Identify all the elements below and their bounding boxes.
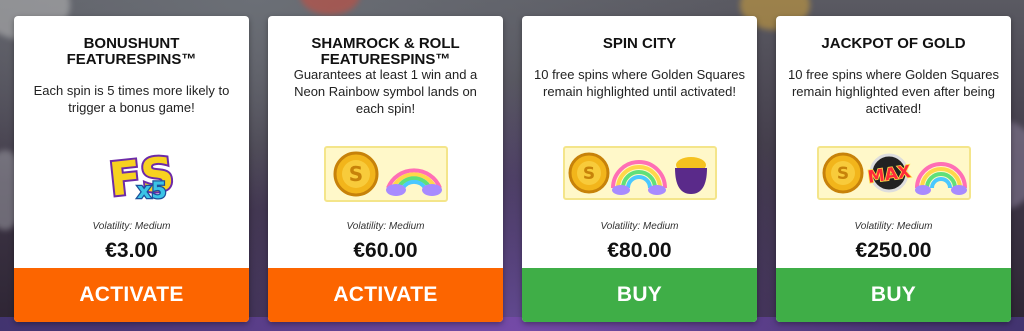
offer-title: JACKPOT OF GOLD xyxy=(821,35,966,52)
offer-volatility: Volatility: Medium xyxy=(92,221,171,232)
offer-card-spin-city: SPIN CITY 10 free spins where Golden Squ… xyxy=(522,16,757,322)
offer-price: €250.00 xyxy=(855,239,932,262)
offer-description: 10 free spins where Golden Squares remai… xyxy=(534,67,746,99)
activate-button[interactable]: ACTIVATE xyxy=(14,268,249,322)
offer-card-bonushunt: BONUSHUNT FEATURESPINS™ Each spin is 5 t… xyxy=(14,16,249,322)
offer-volatility: Volatility: Medium xyxy=(600,221,679,232)
coin-rainbow-symbols-icon: S xyxy=(268,146,503,202)
offer-description: Each spin is 5 times more likely to trig… xyxy=(33,83,230,115)
offer-price: €80.00 xyxy=(607,239,672,262)
offer-volatility: Volatility: Medium xyxy=(854,221,933,232)
activate-button[interactable]: ACTIVATE xyxy=(268,268,503,322)
offer-title: SPIN CITY xyxy=(602,35,677,52)
offer-description: Guarantees at least 1 win and a Neon Rai… xyxy=(293,67,478,116)
buy-button[interactable]: BUY xyxy=(776,268,1011,322)
offer-price: €3.00 xyxy=(105,239,158,262)
offer-title: BONUSHUNT FEATURESPINS™ xyxy=(66,35,197,68)
svg-text:S: S xyxy=(836,164,848,184)
offer-price: €60.00 xyxy=(353,239,418,262)
offer-description: 10 free spins where Golden Squares remai… xyxy=(788,67,1000,116)
coin-rainbow-pot-symbols-icon: S xyxy=(522,146,757,200)
svg-text:S: S xyxy=(582,164,594,184)
svg-text:x5: x5 xyxy=(137,179,167,204)
offer-volatility: Volatility: Medium xyxy=(346,221,425,232)
buy-button[interactable]: BUY xyxy=(522,268,757,322)
offer-card-jackpot-of-gold: JACKPOT OF GOLD 10 free spins where Gold… xyxy=(776,16,1011,322)
offer-title: SHAMROCK & ROLL FEATURESPINS™ xyxy=(311,35,460,68)
offer-card-shamrock-roll: SHAMROCK & ROLL FEATURESPINS™ Guarantees… xyxy=(268,16,503,322)
svg-text:S: S xyxy=(348,162,362,186)
coin-max-rainbow-symbols-icon: S MAX xyxy=(776,146,1011,200)
fs-x5-badge-icon: FS x5 xyxy=(14,144,249,206)
